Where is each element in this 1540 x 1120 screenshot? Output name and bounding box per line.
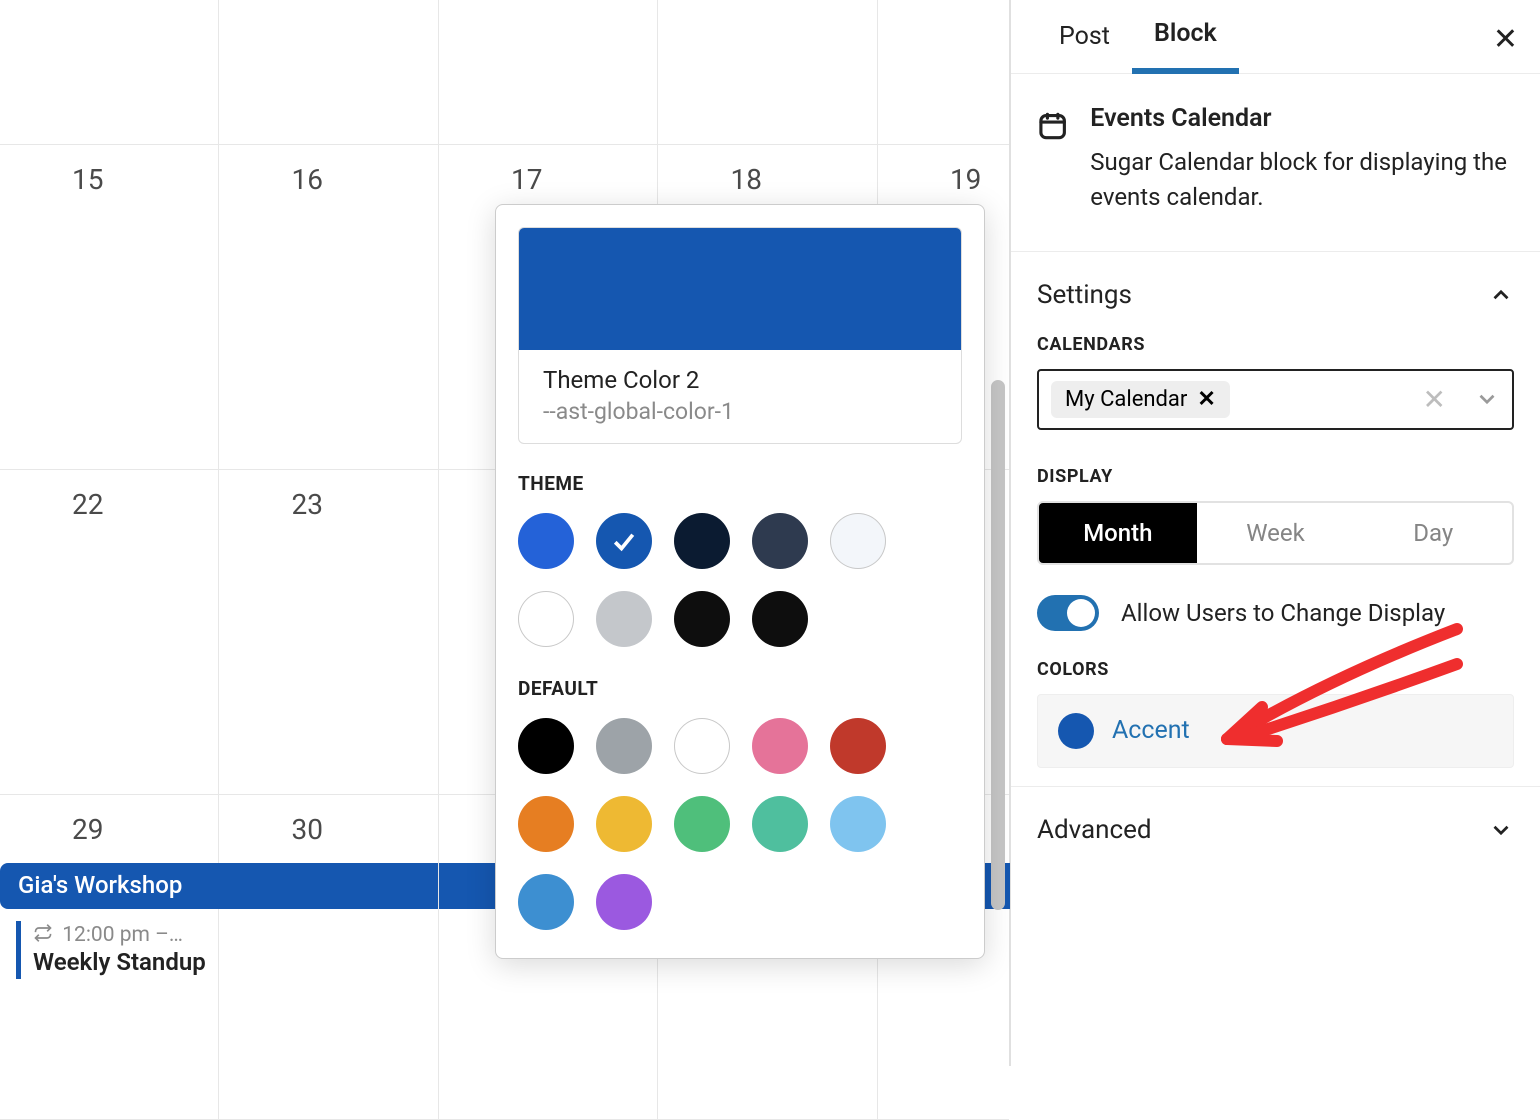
- close-icon[interactable]: ✕: [1493, 22, 1518, 57]
- color-swatch[interactable]: [518, 718, 574, 774]
- day-number[interactable]: 23: [291, 488, 437, 521]
- color-swatch[interactable]: [752, 591, 808, 647]
- event-item[interactable]: 12:00 pm –… Weekly Standup: [16, 921, 218, 979]
- block-title: Events Calendar: [1090, 104, 1514, 133]
- color-swatch[interactable]: [752, 513, 808, 569]
- block-icon: [1037, 104, 1068, 148]
- remove-chip-icon[interactable]: ✕: [1197, 387, 1215, 412]
- chevron-down-icon: [1488, 817, 1514, 843]
- scrollbar[interactable]: [991, 380, 1005, 910]
- color-swatch[interactable]: [830, 796, 886, 852]
- color-swatch[interactable]: [674, 718, 730, 774]
- color-swatch[interactable]: [596, 513, 652, 569]
- panel-advanced[interactable]: Advanced: [1011, 787, 1540, 863]
- calendars-select[interactable]: My Calendar✕ ✕: [1037, 369, 1514, 430]
- calendar-chip[interactable]: My Calendar✕: [1051, 381, 1230, 418]
- color-swatch[interactable]: [752, 796, 808, 852]
- display-segmented: Month Week Day: [1037, 501, 1514, 565]
- color-css-var: --ast-global-color-1: [519, 398, 961, 443]
- display-month[interactable]: Month: [1039, 503, 1197, 563]
- day-number[interactable]: 16: [291, 163, 437, 196]
- tab-block[interactable]: Block: [1132, 0, 1239, 74]
- color-swatch[interactable]: [518, 513, 574, 569]
- color-swatch[interactable]: [518, 591, 574, 647]
- day-number[interactable]: 15: [72, 163, 218, 196]
- color-swatch[interactable]: [830, 718, 886, 774]
- color-swatch[interactable]: [518, 874, 574, 930]
- day-number[interactable]: 30: [291, 813, 437, 846]
- accent-color-label: Accent: [1112, 716, 1190, 745]
- tab-post[interactable]: Post: [1037, 2, 1132, 71]
- color-swatch[interactable]: [596, 874, 652, 930]
- inspector-sidebar: Post Block ✕ Events Calendar Sugar Calen…: [1010, 0, 1540, 1066]
- color-popover: Theme Color 2 --ast-global-color-1 THEME…: [495, 204, 985, 959]
- display-week[interactable]: Week: [1197, 503, 1355, 563]
- day-number[interactable]: 18: [730, 163, 876, 196]
- panel-settings: Settings CALENDARS My Calendar✕ ✕ DISPLA…: [1011, 252, 1540, 787]
- color-swatch[interactable]: [752, 718, 808, 774]
- accent-color-row[interactable]: Accent: [1037, 694, 1514, 768]
- color-swatch[interactable]: [518, 796, 574, 852]
- day-number[interactable]: 22: [72, 488, 218, 521]
- swatch-group-default-label: DEFAULT: [518, 677, 962, 700]
- colors-label: COLORS: [1037, 659, 1514, 680]
- color-swatch[interactable]: [830, 513, 886, 569]
- calendars-label: CALENDARS: [1037, 334, 1514, 355]
- display-label: DISPLAY: [1037, 466, 1514, 487]
- color-swatch[interactable]: [674, 796, 730, 852]
- color-name: Theme Color 2: [519, 350, 961, 398]
- day-number[interactable]: 17: [511, 163, 657, 196]
- day-number[interactable]: 19: [950, 163, 1009, 196]
- color-swatch[interactable]: [596, 591, 652, 647]
- block-description: Sugar Calendar block for displaying the …: [1090, 145, 1514, 215]
- day-number[interactable]: 29: [72, 813, 218, 846]
- theme-swatches: [518, 513, 962, 647]
- repeat-icon: [33, 923, 53, 943]
- color-preview: [519, 228, 961, 350]
- clear-icon[interactable]: ✕: [1423, 383, 1446, 416]
- accent-color-swatch: [1058, 713, 1094, 749]
- color-swatch[interactable]: [674, 513, 730, 569]
- color-swatch[interactable]: [596, 796, 652, 852]
- display-day[interactable]: Day: [1354, 503, 1512, 563]
- chevron-down-icon: [1474, 386, 1500, 412]
- color-swatch[interactable]: [596, 718, 652, 774]
- color-swatch[interactable]: [674, 591, 730, 647]
- allow-change-display-toggle[interactable]: [1037, 595, 1099, 631]
- swatch-group-theme-label: THEME: [518, 472, 962, 495]
- default-swatches: [518, 718, 962, 930]
- toggle-label: Allow Users to Change Display: [1121, 599, 1445, 627]
- panel-settings-header[interactable]: Settings: [1037, 280, 1514, 310]
- chevron-up-icon: [1488, 282, 1514, 308]
